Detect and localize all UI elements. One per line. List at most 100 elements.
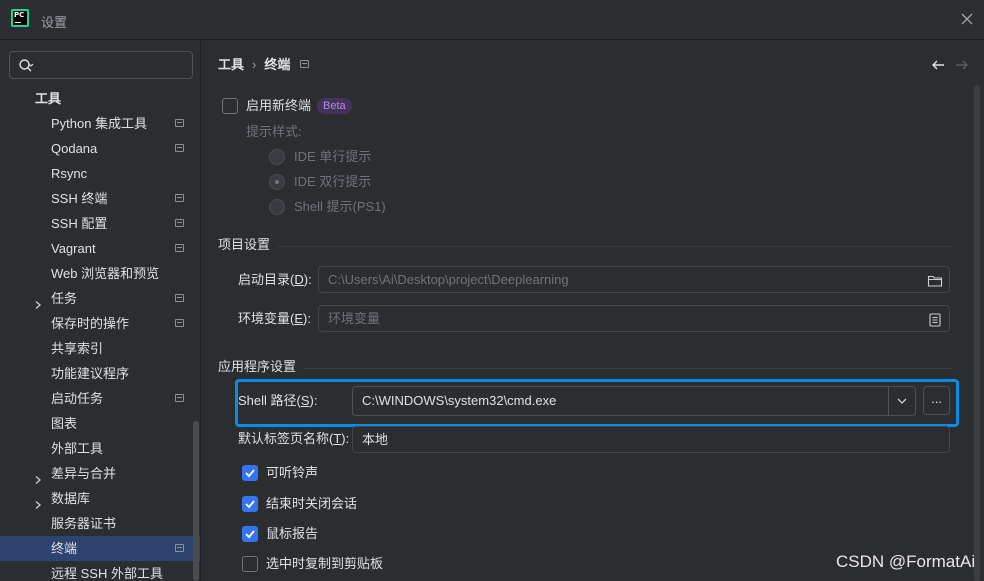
env-vars-label: 环境变量(E): xyxy=(238,311,311,326)
mouse-reporting-label: 鼠标报告 xyxy=(266,526,319,541)
folder-icon[interactable] xyxy=(927,272,943,288)
chevron-down-icon[interactable] xyxy=(896,395,908,407)
project-scope-icon xyxy=(175,394,184,402)
sidebar-item-label: 服务器证书 xyxy=(51,516,117,531)
sidebar-item-label: Python 集成工具 xyxy=(51,116,148,131)
sidebar-item-label: SSH 配置 xyxy=(51,216,108,231)
project-scope-icon xyxy=(175,194,184,202)
close-on-exit-checkbox[interactable] xyxy=(242,496,258,512)
default-tab-name-field[interactable]: 本地 xyxy=(352,426,950,453)
radio-ide-single-line-label: IDE 单行提示 xyxy=(294,149,372,164)
sidebar-item[interactable]: 任务 xyxy=(0,286,200,311)
copy-on-selection-checkbox[interactable] xyxy=(242,556,258,572)
search-input[interactable] xyxy=(42,56,187,74)
forward-arrow-icon[interactable] xyxy=(954,57,970,73)
sidebar-item-label: 数据库 xyxy=(51,491,91,506)
sidebar-item-label: 共享索引 xyxy=(51,341,104,356)
window-title: 设置 xyxy=(41,15,68,30)
sidebar-item-label: 图表 xyxy=(51,416,78,431)
project-scope-icon xyxy=(175,544,184,552)
sidebar-item[interactable]: 外部工具 xyxy=(0,436,200,461)
combobox-separator xyxy=(888,387,889,415)
default-tab-name-label: 默认标签页名称(T): xyxy=(238,431,350,446)
sidebar-item[interactable]: 数据库 xyxy=(0,486,200,511)
project-scope-icon xyxy=(175,144,184,152)
content-scrollbar[interactable] xyxy=(974,85,980,581)
sidebar-item-label: 工具 xyxy=(35,91,62,106)
shell-path-value[interactable]: C:\WINDOWS\system32\cmd.exe xyxy=(362,393,556,408)
sidebar-item[interactable]: 差异与合并 xyxy=(0,461,200,486)
start-directory-label: 启动目录(D): xyxy=(238,272,312,287)
watermark: CSDN @FormatAi xyxy=(836,552,976,571)
prompt-style-label: 提示样式: xyxy=(246,124,302,139)
sidebar-item-label: 功能建议程序 xyxy=(51,366,130,381)
sidebar-item[interactable]: 工具 xyxy=(0,86,200,111)
start-directory-value: C:\Users\Ai\Desktop\project\Deeplearning xyxy=(328,272,569,287)
chevron-right-icon[interactable] xyxy=(33,293,43,309)
history-navigation xyxy=(928,57,974,75)
project-scope-icon xyxy=(300,60,310,68)
sidebar-item-label: SSH 终端 xyxy=(51,191,108,206)
project-scope-icon xyxy=(175,244,184,252)
close-icon[interactable] xyxy=(957,9,977,29)
sidebar-item[interactable]: Vagrant xyxy=(0,236,200,261)
chevron-right-icon[interactable] xyxy=(33,468,43,484)
sidebar-item-label: 终端 xyxy=(51,541,78,556)
settings-content: 工具 › 终端 启用新终端 Beta 提示样式: IDE 单行提示 IDE 双行提示… xyxy=(202,41,984,581)
sidebar-item-label: 差异与合并 xyxy=(51,466,117,481)
project-scope-icon xyxy=(175,294,184,302)
sidebar-item-label: Rsync xyxy=(51,166,88,181)
sidebar-item[interactable]: Web 浏览器和预览 xyxy=(0,261,200,286)
radio-ide-two-line[interactable] xyxy=(269,174,285,190)
pycharm-logo-icon: PC xyxy=(11,9,29,27)
sidebar-item-label: 任务 xyxy=(51,291,78,306)
sidebar-item-label: 远程 SSH 外部工具 xyxy=(51,566,163,581)
chevron-right-icon[interactable] xyxy=(33,493,43,509)
sidebar-item[interactable]: SSH 配置 xyxy=(0,211,200,236)
enable-new-terminal-checkbox[interactable] xyxy=(222,98,238,114)
sidebar-scrollbar[interactable] xyxy=(193,421,199,581)
settings-tree: 工具 Python 集成工具 Qodana Rsync SSH 终端 SSH 配置 Vagr… xyxy=(0,86,200,581)
sidebar-item-label: 外部工具 xyxy=(51,441,104,456)
sidebar-item[interactable]: 图表 xyxy=(0,411,200,436)
sidebar-item[interactable]: Rsync xyxy=(0,161,200,186)
breadcrumb-current: 终端 xyxy=(264,57,291,72)
sidebar-item[interactable]: 服务器证书 xyxy=(0,511,200,536)
sidebar-item-label: Vagrant xyxy=(51,241,96,256)
sidebar-item-label: 启动任务 xyxy=(51,391,104,406)
audible-bell-label: 可听铃声 xyxy=(266,465,319,480)
default-tab-name-value: 本地 xyxy=(362,432,389,447)
start-directory-field[interactable]: C:\Users\Ai\Desktop\project\Deeplearning xyxy=(318,266,950,293)
sidebar-item[interactable]: 启动任务 xyxy=(0,386,200,411)
mouse-reporting-checkbox[interactable] xyxy=(242,526,258,542)
radio-ide-single-line[interactable] xyxy=(269,149,285,165)
project-scope-icon xyxy=(175,219,184,227)
sidebar-item[interactable]: 共享索引 xyxy=(0,336,200,361)
radio-ide-two-line-label: IDE 双行提示 xyxy=(294,174,372,189)
audible-bell-checkbox[interactable] xyxy=(242,465,258,481)
sidebar-item[interactable]: SSH 终端 xyxy=(0,186,200,211)
env-vars-field[interactable]: 环境变量 xyxy=(318,305,950,332)
edit-document-icon[interactable] xyxy=(927,311,943,327)
radio-shell-ps1[interactable] xyxy=(269,199,285,215)
shell-path-label: Shell 路径(S): xyxy=(238,393,318,408)
sidebar-item[interactable]: Python 集成工具 xyxy=(0,111,200,136)
sidebar-item[interactable]: 功能建议程序 xyxy=(0,361,200,386)
project-settings-title: 项目设置 xyxy=(218,237,271,252)
shell-path-combobox[interactable]: C:\WINDOWS\system32\cmd.exe xyxy=(352,386,916,416)
sidebar-item-label: Qodana xyxy=(51,141,98,156)
breadcrumb-parent[interactable]: 工具 xyxy=(218,56,244,74)
sidebar-item[interactable]: 保存时的操作 xyxy=(0,311,200,336)
project-scope-icon xyxy=(175,119,184,127)
settings-sidebar: 工具 Python 集成工具 Qodana Rsync SSH 终端 SSH 配置 Vagr… xyxy=(0,41,201,581)
copy-on-selection-label: 选中时复制到剪贴板 xyxy=(266,556,384,571)
sidebar-item[interactable]: Qodana xyxy=(0,136,200,161)
title-bar: PC 设置 xyxy=(0,0,984,40)
sidebar-item[interactable]: 远程 SSH 外部工具 xyxy=(0,561,200,581)
close-on-exit-label: 结束时关闭会话 xyxy=(266,496,358,511)
back-arrow-icon[interactable] xyxy=(930,57,946,73)
search-icon xyxy=(18,58,34,74)
sidebar-item[interactable]: 终端 xyxy=(0,536,200,561)
browse-shell-button[interactable]: ... xyxy=(923,386,950,415)
search-box[interactable] xyxy=(9,51,193,79)
